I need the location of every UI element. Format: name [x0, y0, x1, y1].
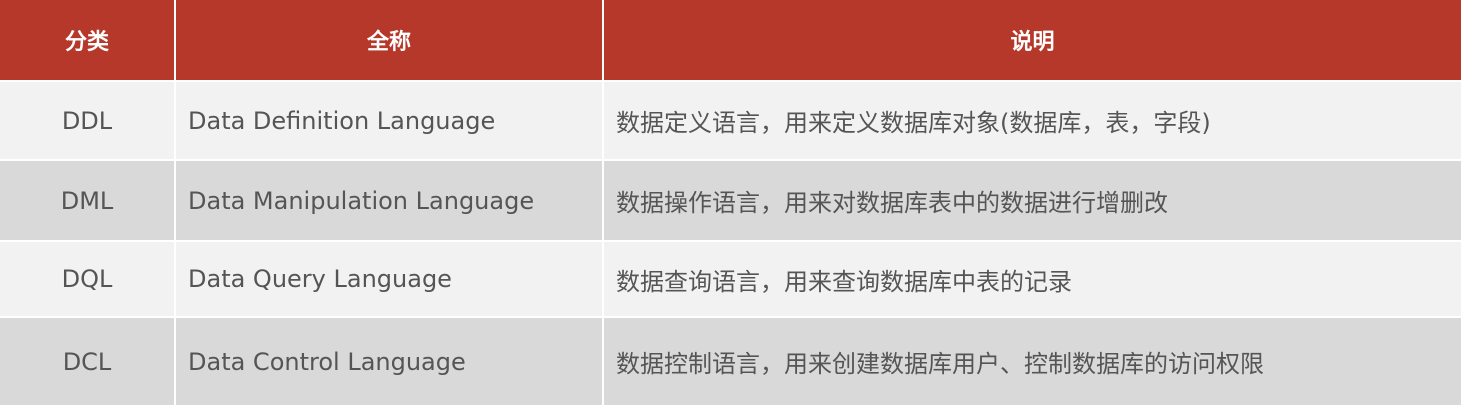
full-name-cell: Data Query Language	[176, 242, 602, 316]
header-description: 说明	[604, 0, 1461, 80]
description-cell: 数据控制语言，用来创建数据库用户、控制数据库的访问权限	[604, 318, 1461, 405]
description-cell: 数据操作语言，用来对数据库表中的数据进行增删改	[604, 161, 1461, 240]
category-cell: DML	[0, 161, 174, 240]
category-cell: DCL	[0, 318, 174, 405]
table-row: DML Data Manipulation Language 数据操作语言，用来…	[0, 161, 1461, 240]
header-row: 分类 全称 说明	[0, 0, 1461, 80]
category-cell: DDL	[0, 82, 174, 159]
full-name-cell: Data Control Language	[176, 318, 602, 405]
table-row: DDL Data Definition Language 数据定义语言，用来定义…	[0, 82, 1461, 159]
sql-categories-table: 分类 全称 说明 DDL Data Definition Language 数据…	[0, 0, 1461, 407]
header-full-name: 全称	[176, 0, 602, 80]
full-name-cell: Data Definition Language	[176, 82, 602, 159]
table-row: DCL Data Control Language 数据控制语言，用来创建数据库…	[0, 318, 1461, 405]
description-cell: 数据定义语言，用来定义数据库对象(数据库，表，字段)	[604, 82, 1461, 159]
description-cell: 数据查询语言，用来查询数据库中表的记录	[604, 242, 1461, 316]
category-cell: DQL	[0, 242, 174, 316]
header-category: 分类	[0, 0, 174, 80]
table-row: DQL Data Query Language 数据查询语言，用来查询数据库中表…	[0, 242, 1461, 316]
full-name-cell: Data Manipulation Language	[176, 161, 602, 240]
